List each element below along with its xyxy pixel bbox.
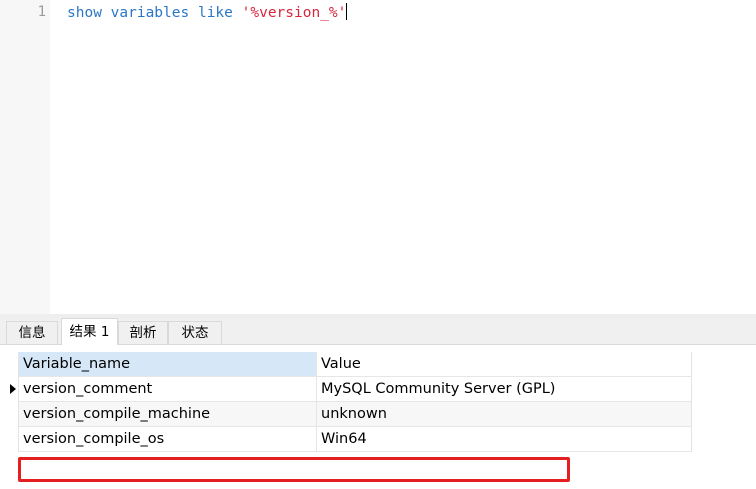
grid-header-row: Variable_name Value: [19, 352, 691, 377]
text-caret: [346, 3, 348, 20]
cell-value[interactable]: unknown: [317, 402, 689, 426]
cell-value[interactable]: Win64: [317, 427, 689, 451]
query-window: 1 show variables like '%version_%' 信息 结果…: [0, 0, 756, 489]
table-row[interactable]: version_compile_machine unknown: [19, 402, 691, 427]
highlight-annotation-box: [18, 457, 570, 482]
column-header-variable-name[interactable]: Variable_name: [19, 352, 317, 376]
sql-editor[interactable]: 1 show variables like '%version_%': [0, 0, 756, 314]
tab-profile[interactable]: 剖析: [118, 321, 168, 344]
string-pattern: '%version_%': [241, 5, 347, 21]
current-row-arrow-icon: [10, 384, 16, 394]
code-line[interactable]: show variables like '%version_%': [67, 3, 348, 22]
table-row[interactable]: version_compile_os Win64: [19, 427, 691, 452]
tab-info[interactable]: 信息: [6, 321, 58, 344]
result-grid: Variable_name Value version_comment MySQ…: [18, 352, 692, 452]
cell-variable-name[interactable]: version_compile_os: [19, 427, 317, 451]
keyword-like: like: [197, 5, 233, 21]
column-header-value[interactable]: Value: [317, 352, 689, 376]
tab-result-1[interactable]: 结果 1: [61, 318, 118, 345]
results-tab-bar: 信息 结果 1 剖析 状态: [0, 318, 756, 345]
cell-variable-name[interactable]: version_compile_machine: [19, 402, 317, 426]
result-grid-area: Variable_name Value version_comment MySQ…: [0, 345, 756, 489]
cell-value[interactable]: MySQL Community Server (GPL): [317, 377, 689, 401]
results-panel: 信息 结果 1 剖析 状态 Variable_name Value versio…: [0, 318, 756, 489]
table-row[interactable]: version_comment MySQL Community Server (…: [19, 377, 691, 402]
line-number: 1: [37, 4, 46, 20]
tab-status[interactable]: 状态: [168, 321, 222, 344]
current-row-indicator: [7, 377, 18, 402]
cell-variable-name[interactable]: version_comment: [19, 377, 317, 401]
header-indicator: [7, 352, 18, 377]
line-number-gutter: 1: [0, 0, 50, 314]
keyword-show: show: [67, 5, 102, 21]
row-indicator-column: [7, 352, 18, 452]
keyword-variables: variables: [110, 5, 190, 21]
row-indicator: [7, 402, 18, 427]
row-indicator: [7, 427, 18, 452]
